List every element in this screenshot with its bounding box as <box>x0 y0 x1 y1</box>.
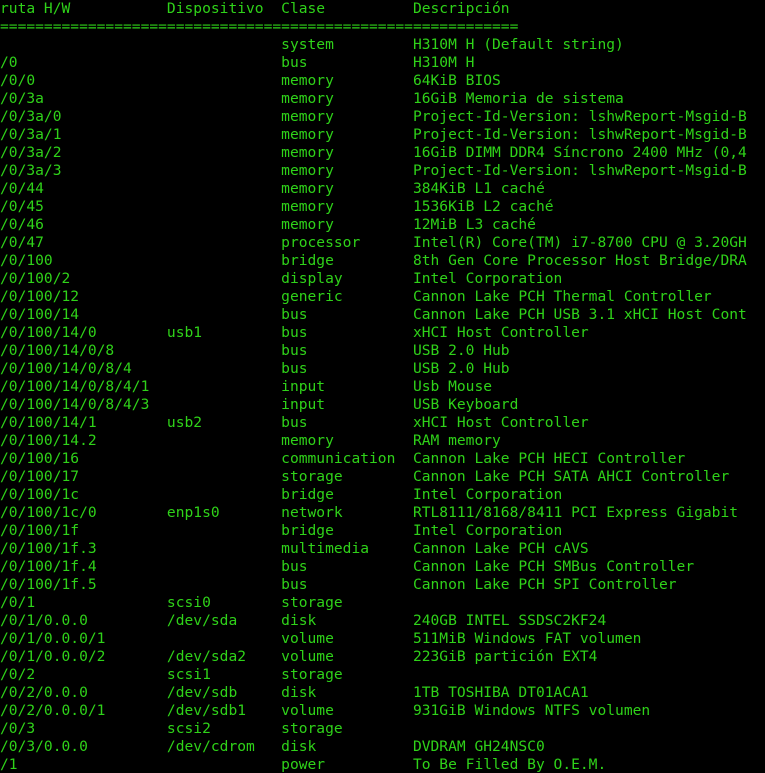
table-row: /0/100/1c/0 enp1s0 network RTL8111/8168/… <box>0 504 739 521</box>
table-row: /0/44 memory 384KiB L1 caché <box>0 180 545 197</box>
table-row: /0/100/1c bridge Intel Corporation <box>0 486 563 503</box>
table-row: /0/46 memory 12MiB L3 caché <box>0 216 536 233</box>
table-row: /0/1/0.0.0 /dev/sda disk 240GB INTEL SSD… <box>0 612 607 629</box>
table-row: /0/3a/2 memory 16GiB DIMM DDR4 Síncrono … <box>0 144 747 161</box>
table-row: /0 bus H310M H <box>0 54 475 71</box>
table-row: /0/100/2 display Intel Corporation <box>0 270 563 287</box>
table-row: /0/100/14/0/8 bus USB 2.0 Hub <box>0 342 510 359</box>
table-row: /0/2 scsi1 storage <box>0 666 343 683</box>
table-row: /0/3a/3 memory Project-Id-Version: lshwR… <box>0 162 747 179</box>
terminal-output: ruta H/W Dispositivo Clase Descripción ==… <box>0 0 765 773</box>
table-row: /0/1/0.0.0/1 volume 511MiB Windows FAT v… <box>0 630 642 647</box>
table-row: /0/100/1f.3 multimedia Cannon Lake PCH c… <box>0 540 589 557</box>
table-row: /0/100/1f.4 bus Cannon Lake PCH SMBus Co… <box>0 558 695 575</box>
table-row: /1 power To Be Filled By O.E.M. <box>0 756 607 773</box>
table-row: /0/3a memory 16GiB Memoria de sistema <box>0 90 624 107</box>
table-row: /0/2/0.0.0/1 /dev/sdb1 volume 931GiB Win… <box>0 702 651 719</box>
table-row: /0/100 bridge 8th Gen Core Processor Hos… <box>0 252 747 269</box>
table-row: system H310M H (Default string) <box>0 36 624 53</box>
table-row: /0/100/14 bus Cannon Lake PCH USB 3.1 xH… <box>0 306 747 323</box>
table-row: /0/100/14/0/8/4 bus USB 2.0 Hub <box>0 360 510 377</box>
table-row: /0/100/16 communication Cannon Lake PCH … <box>0 450 686 467</box>
table-row: /0/100/17 storage Cannon Lake PCH SATA A… <box>0 468 730 485</box>
table-row: /0/2/0.0.0 /dev/sdb disk 1TB TOSHIBA DT0… <box>0 684 589 701</box>
table-row: /0/100/14.2 memory RAM memory <box>0 432 501 449</box>
table-row: /0/100/14/0/8/4/1 input Usb Mouse <box>0 378 493 395</box>
table-row: /0/100/14/0/8/4/3 input USB Keyboard <box>0 396 519 413</box>
table-row: /0/100/1f bridge Intel Corporation <box>0 522 563 539</box>
table-row: /0/3a/1 memory Project-Id-Version: lshwR… <box>0 126 747 143</box>
table-row: /0/1/0.0.0/2 /dev/sda2 volume 223GiB par… <box>0 648 598 665</box>
table-row: /0/3a/0 memory Project-Id-Version: lshwR… <box>0 108 747 125</box>
table-row: /0/0 memory 64KiB BIOS <box>0 72 501 89</box>
table-header-row: ruta H/W Dispositivo Clase Descripción <box>0 0 510 17</box>
table-row: /0/100/14/1 usb2 bus xHCI Host Controlle… <box>0 414 589 431</box>
table-row: /0/100/12 generic Cannon Lake PCH Therma… <box>0 288 712 305</box>
table-row: /0/3 scsi2 storage <box>0 720 343 737</box>
table-row: /0/100/1f.5 bus Cannon Lake PCH SPI Cont… <box>0 576 677 593</box>
table-separator: ========================================… <box>0 18 519 35</box>
table-row: /0/1 scsi0 storage <box>0 594 343 611</box>
table-row: /0/100/14/0 usb1 bus xHCI Host Controlle… <box>0 324 589 341</box>
table-row: /0/3/0.0.0 /dev/cdrom disk DVDRAM GH24NS… <box>0 738 545 755</box>
terminal-window[interactable]: ruta H/W Dispositivo Clase Descripción ==… <box>0 0 765 773</box>
table-row: /0/47 processor Intel(R) Core(TM) i7-870… <box>0 234 747 251</box>
table-row: /0/45 memory 1536KiB L2 caché <box>0 198 554 215</box>
